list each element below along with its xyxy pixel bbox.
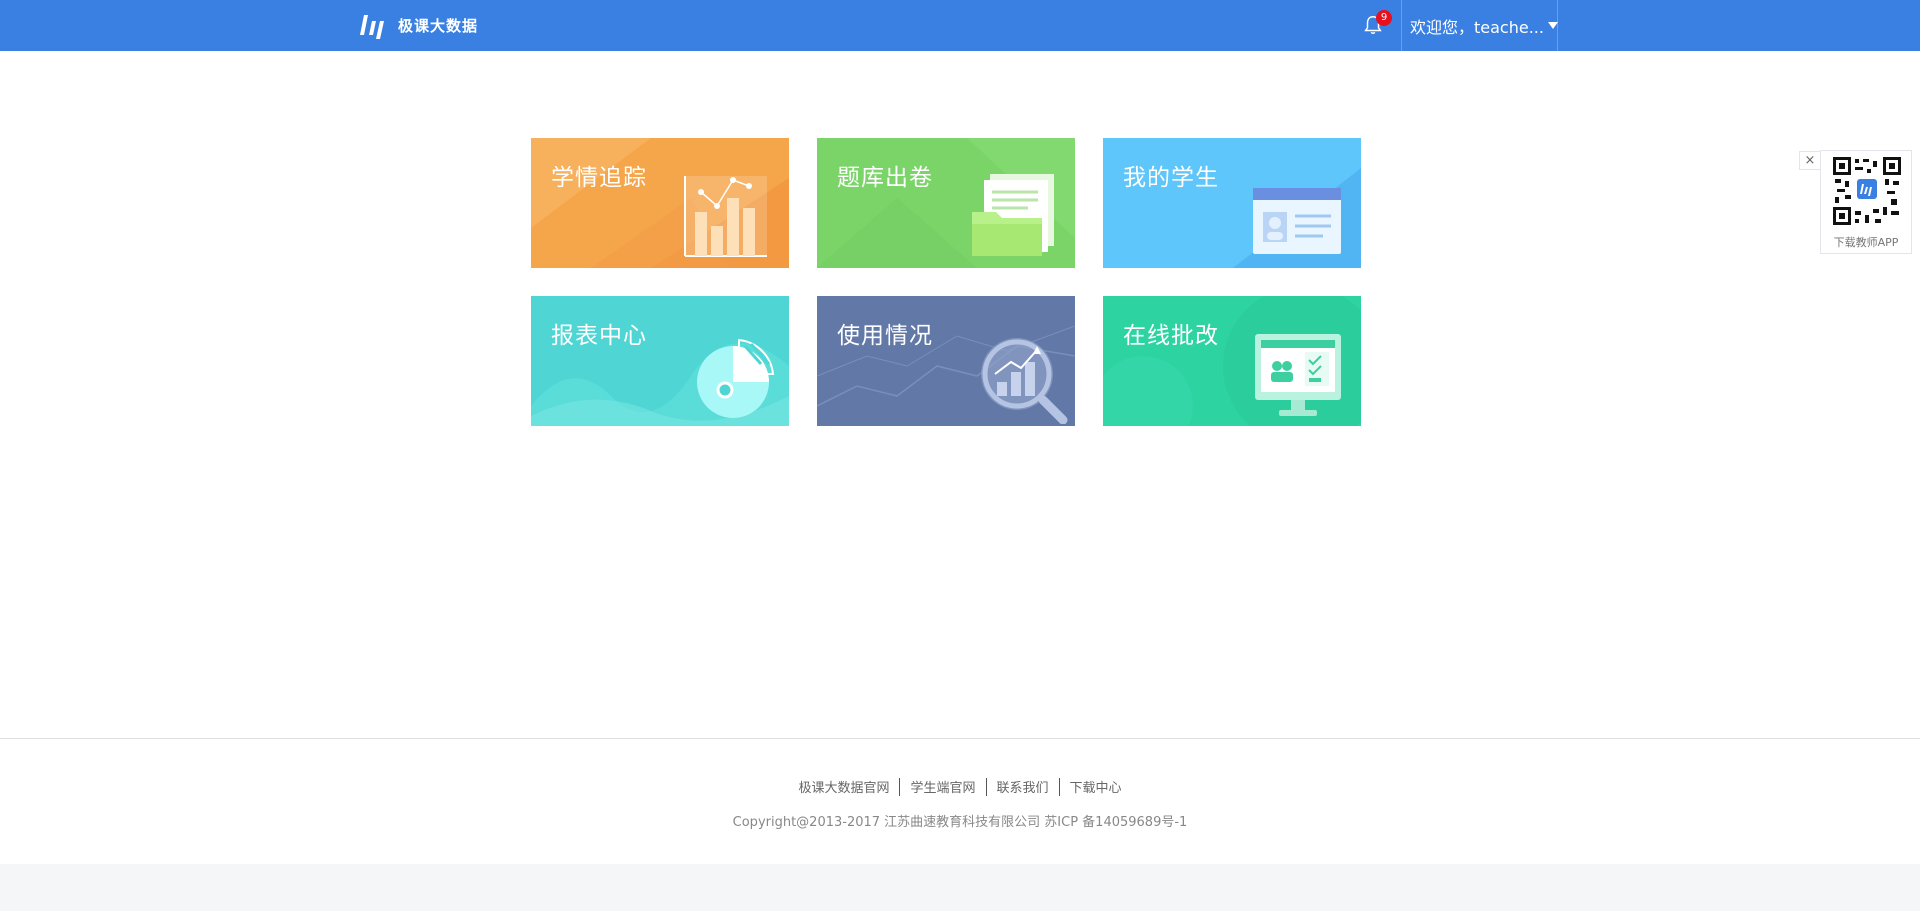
tile-title: 使用情况: [837, 323, 933, 349]
folder-documents-icon: [972, 174, 1054, 256]
brand-logo[interactable]: 极课大数据: [358, 9, 478, 41]
notification-bell[interactable]: 9: [1362, 10, 1392, 40]
brand-name: 极课大数据: [398, 16, 479, 35]
student-card-icon: [1253, 188, 1341, 254]
bar-chart-icon: [684, 176, 767, 257]
tile-title: 报表中心: [551, 323, 647, 349]
footer-link-student-site[interactable]: 学生端官网: [900, 777, 985, 796]
footer: 极课大数据官网 学生端官网 联系我们 下载中心 Copyright@2013-2…: [0, 738, 1920, 864]
tile-title: 学情追踪: [551, 165, 647, 191]
bottom-strip: [0, 864, 1920, 911]
user-menu[interactable]: 欢迎您，teache...: [1401, 0, 1558, 51]
top-bar: 极课大数据 9 欢迎您，teache...: [0, 0, 1920, 51]
footer-link-official-site[interactable]: 极课大数据官网: [788, 777, 899, 796]
qr-caption: 下载教师APP: [1833, 236, 1899, 249]
notification-count-badge: 9: [1376, 10, 1392, 26]
main-content: 学情追踪 题库出卷 我的学生 报表中心 使用情况 在线批改 × 下载教师APP: [0, 51, 1920, 738]
teacher-app-qr-widget[interactable]: 下载教师APP: [1820, 150, 1912, 254]
footer-links: 极课大数据官网 学生端官网 联系我们 下载中心: [0, 777, 1920, 796]
tile-online-grading[interactable]: 在线批改: [1103, 296, 1361, 426]
caret-down-icon: [1547, 22, 1558, 29]
magnifier-chart-icon: [981, 338, 1068, 424]
logo-icon: [360, 15, 384, 39]
pie-chart-icon: [697, 338, 775, 418]
qr-code-icon: [1831, 155, 1903, 227]
copyright-text: Copyright@2013-2017 江苏曲速教育科技有限公司 苏ICP 备1…: [732, 815, 1188, 830]
tile-title: 题库出卷: [837, 165, 933, 191]
page: 极课大数据 9 欢迎您，teache... 学情追踪 题库出卷 我的学生 报表中…: [0, 0, 1920, 911]
user-greeting: 欢迎您，teache...: [1410, 17, 1544, 37]
tile-title: 我的学生: [1123, 165, 1219, 191]
footer-link-download[interactable]: 下载中心: [1060, 777, 1132, 796]
qr-close-button[interactable]: ×: [1799, 151, 1821, 170]
tile-question-bank[interactable]: 题库出卷: [817, 138, 1075, 268]
tile-report-center[interactable]: 报表中心: [531, 296, 789, 426]
monitor-grading-icon: [1255, 334, 1341, 416]
tile-my-students[interactable]: 我的学生: [1103, 138, 1361, 268]
footer-link-contact[interactable]: 联系我们: [987, 777, 1059, 796]
tile-title: 在线批改: [1123, 323, 1219, 349]
tile-usage[interactable]: 使用情况: [817, 296, 1075, 426]
tile-learning-tracking[interactable]: 学情追踪: [531, 138, 789, 268]
